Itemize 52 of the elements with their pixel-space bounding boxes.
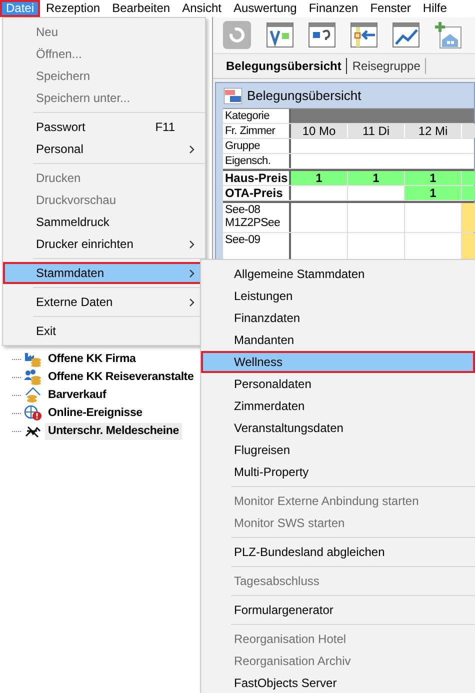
tree-item[interactable]: Online-Ereignisse bbox=[45, 404, 146, 422]
price-cell: 1 bbox=[348, 171, 405, 185]
menu-item[interactable]: Veranstaltungsdaten bbox=[201, 417, 475, 439]
menu-bar-item[interactable]: Bearbeiten bbox=[106, 0, 176, 17]
globe-alert-icon bbox=[24, 405, 42, 421]
calendar-chart-icon[interactable] bbox=[392, 22, 420, 48]
tree-item[interactable]: Barverkauf bbox=[45, 386, 110, 404]
menu-item[interactable]: Leistungen bbox=[201, 285, 475, 307]
menu-item[interactable]: Formulargenerator bbox=[201, 599, 475, 621]
row-label: Gruppe bbox=[223, 139, 291, 153]
day-header: 11 Di bbox=[348, 124, 405, 138]
menu-item[interactable]: Drucker einrichten bbox=[3, 233, 205, 255]
house-coins-icon bbox=[24, 387, 42, 403]
tree-item[interactable]: Offene KK Reiseveranstalte bbox=[45, 368, 197, 386]
tree-item[interactable]: Offene KK Firma bbox=[45, 350, 139, 368]
menu-bar-item[interactable]: Finanzen bbox=[302, 0, 364, 17]
menu-bar-item[interactable]: Ansicht bbox=[176, 0, 228, 17]
chevron-right-icon bbox=[189, 144, 195, 154]
menu-item[interactable]: Personal bbox=[3, 138, 205, 160]
price-cell: 1 bbox=[405, 171, 462, 185]
tab[interactable]: Reisegruppe bbox=[347, 58, 426, 74]
day-header: 10 Mo bbox=[291, 124, 348, 138]
chevron-right-icon bbox=[189, 298, 195, 306]
day-header: 12 Mi bbox=[405, 124, 462, 138]
menu-item[interactable]: Flugreisen bbox=[201, 439, 475, 461]
calendar-question-icon[interactable] bbox=[308, 22, 336, 48]
menu-item[interactable]: Mandanten bbox=[201, 329, 475, 351]
menu-bar-item[interactable]: Auswertung bbox=[227, 0, 303, 17]
price-cell: 1 bbox=[291, 171, 348, 185]
menu-item[interactable]: Multi-Property bbox=[201, 461, 475, 483]
menu-item[interactable]: PLZ-Bundesland abgleichen bbox=[201, 541, 475, 563]
menu-item[interactable]: Finanzdaten bbox=[201, 307, 475, 329]
menu-item[interactable]: Passwort F11 bbox=[3, 116, 205, 138]
house-plus-icon[interactable] bbox=[434, 21, 462, 49]
chevron-right-icon bbox=[189, 240, 195, 248]
window-title: Belegungsübersicht bbox=[247, 88, 362, 103]
tab[interactable]: Belegungsübersicht bbox=[221, 58, 348, 74]
price-cell: 1 bbox=[405, 186, 462, 200]
menu-bar-item[interactable]: Fenster bbox=[364, 0, 417, 17]
calendar-check-icon[interactable] bbox=[266, 22, 294, 48]
menu-item[interactable]: Personaldaten bbox=[201, 373, 475, 395]
chevron-right-icon bbox=[189, 268, 195, 278]
menu-item[interactable]: FastObjects Server bbox=[201, 672, 475, 693]
tree-item[interactable]: Unterschr. Meldescheine bbox=[45, 422, 182, 440]
menu-bar-item[interactable]: Hilfe bbox=[416, 0, 453, 17]
menu-bar-item[interactable]: Rezeption bbox=[40, 0, 106, 17]
window-icon bbox=[224, 88, 242, 104]
factory-coins-icon bbox=[24, 351, 42, 367]
people-coins-icon bbox=[24, 369, 42, 385]
menu-item[interactable]: Sammeldruck bbox=[3, 211, 205, 233]
menu-item[interactable]: Wellness bbox=[201, 351, 475, 373]
menu-item[interactable]: Zimmerdaten bbox=[201, 395, 475, 417]
